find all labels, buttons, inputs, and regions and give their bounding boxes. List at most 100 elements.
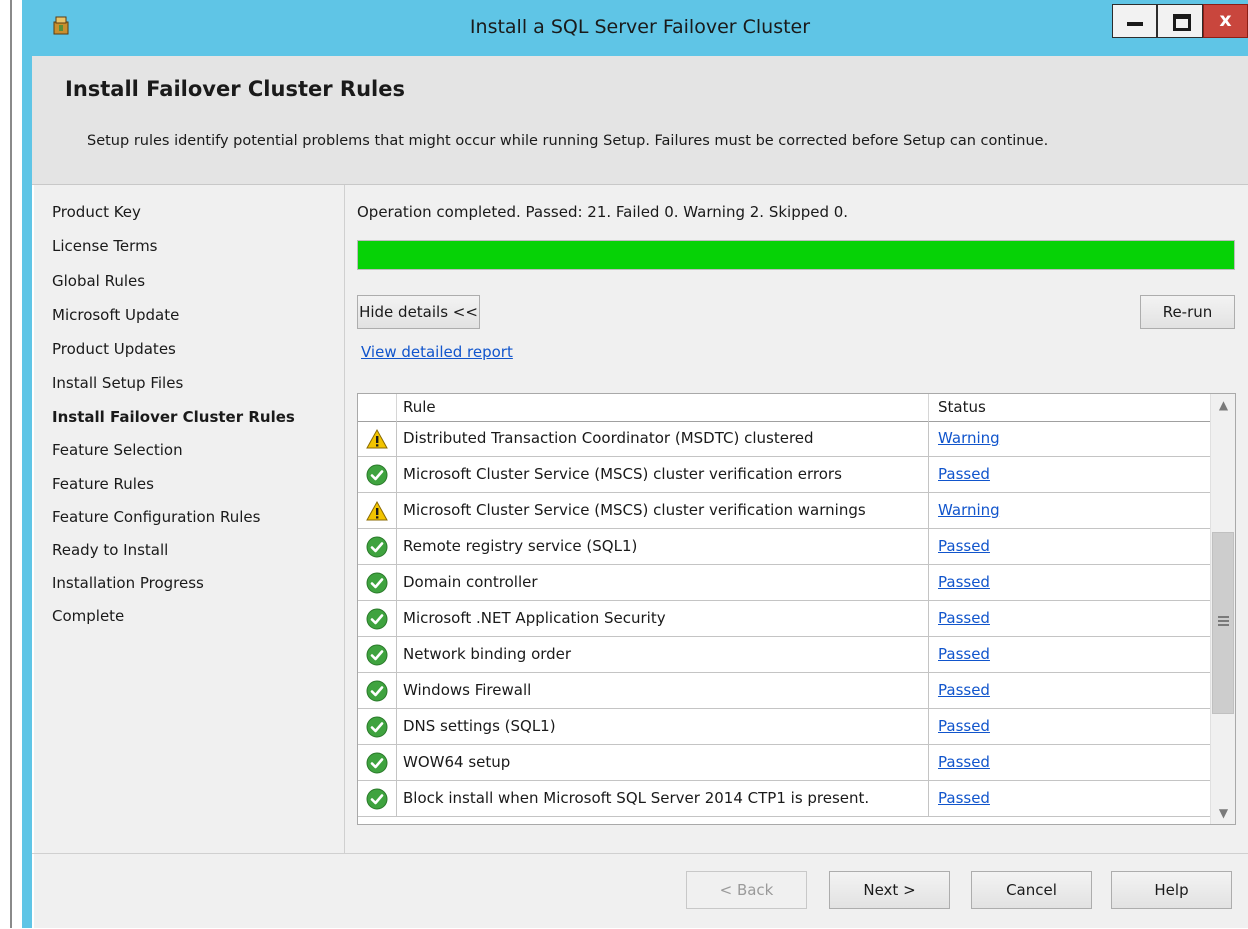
row-icon-cell	[358, 673, 397, 708]
table-row[interactable]: Domain controller Passed	[358, 565, 1210, 601]
nav-item-license-terms[interactable]: License Terms	[52, 237, 158, 255]
column-divider	[928, 601, 929, 636]
rule-status-link[interactable]: Passed	[938, 681, 990, 699]
column-divider	[928, 745, 929, 780]
column-divider	[928, 637, 929, 672]
rule-name: Network binding order	[403, 645, 572, 663]
row-icon-cell	[358, 421, 397, 456]
column-divider	[928, 673, 929, 708]
table-row[interactable]: Microsoft Cluster Service (MSCS) cluster…	[358, 457, 1210, 493]
table-row[interactable]: Distributed Transaction Coordinator (MSD…	[358, 421, 1210, 457]
back-button[interactable]: < Back	[686, 871, 807, 909]
rule-name: Remote registry service (SQL1)	[403, 537, 638, 555]
window-edge	[0, 0, 34, 928]
column-divider	[928, 529, 929, 564]
rule-status-link[interactable]: Passed	[938, 717, 990, 735]
grid-header: Rule Status	[358, 394, 1210, 422]
passed-icon	[366, 788, 388, 810]
rule-status-link[interactable]: Passed	[938, 753, 990, 771]
row-icon-cell	[358, 493, 397, 528]
table-row[interactable]: Remote registry service (SQL1) Passed	[358, 529, 1210, 565]
rule-status-link[interactable]: Passed	[938, 537, 990, 555]
scroll-up-icon[interactable]: ▲	[1211, 394, 1235, 416]
close-icon: x	[1219, 9, 1232, 31]
nav-item-ready-to-install[interactable]: Ready to Install	[52, 541, 168, 559]
rule-name: Distributed Transaction Coordinator (MSD…	[403, 429, 814, 447]
nav-item-complete[interactable]: Complete	[52, 607, 124, 625]
close-button[interactable]: x	[1203, 4, 1248, 38]
nav-item-global-rules[interactable]: Global Rules	[52, 272, 145, 290]
rerun-button[interactable]: Re-run	[1140, 295, 1235, 329]
rule-status-link[interactable]: Passed	[938, 645, 990, 663]
rule-name: Microsoft Cluster Service (MSCS) cluster…	[403, 465, 842, 483]
window-edge-accent	[22, 0, 32, 928]
rule-name: Microsoft .NET Application Security	[403, 609, 666, 627]
column-header-rule[interactable]: Rule	[403, 398, 436, 416]
title-bar[interactable]: Install a SQL Server Failover Cluster x	[32, 0, 1248, 56]
next-button[interactable]: Next >	[829, 871, 950, 909]
nav-item-feature-configuration-rules[interactable]: Feature Configuration Rules	[52, 508, 260, 526]
nav-item-product-key[interactable]: Product Key	[52, 203, 141, 221]
row-icon-cell	[358, 709, 397, 744]
vertical-scrollbar[interactable]: ▲ ▼	[1210, 394, 1235, 824]
grip-line	[1218, 624, 1229, 626]
row-icon-cell	[358, 781, 397, 816]
view-detailed-report-link[interactable]: View detailed report	[361, 343, 513, 361]
minimize-button[interactable]	[1112, 4, 1157, 38]
passed-icon	[366, 608, 388, 630]
grip-line	[1218, 616, 1229, 618]
window-edge-line	[10, 0, 12, 928]
table-row[interactable]: Network binding order Passed	[358, 637, 1210, 673]
nav-item-product-updates[interactable]: Product Updates	[52, 340, 176, 358]
passed-icon	[366, 716, 388, 738]
scrollbar-thumb[interactable]	[1212, 532, 1234, 714]
column-divider	[928, 781, 929, 816]
row-icon-cell	[358, 457, 397, 492]
column-divider	[928, 565, 929, 600]
nav-item-install-setup-files[interactable]: Install Setup Files	[52, 374, 183, 392]
rule-name: Windows Firewall	[403, 681, 532, 699]
nav-item-feature-rules[interactable]: Feature Rules	[52, 475, 154, 493]
passed-icon	[366, 464, 388, 486]
scroll-down-icon[interactable]: ▼	[1211, 802, 1235, 824]
nav-item-installation-progress[interactable]: Installation Progress	[52, 574, 204, 592]
rule-status-link[interactable]: Passed	[938, 573, 990, 591]
maximize-button[interactable]	[1157, 4, 1203, 38]
nav-item-install-failover-cluster-rules[interactable]: Install Failover Cluster Rules	[52, 408, 295, 426]
operation-status: Operation completed. Passed: 21. Failed …	[357, 203, 849, 221]
window-title: Install a SQL Server Failover Cluster	[469, 16, 811, 38]
table-row[interactable]: Microsoft .NET Application Security Passe…	[358, 601, 1210, 637]
row-icon-cell	[358, 529, 397, 564]
table-row[interactable]: DNS settings (SQL1) Passed	[358, 709, 1210, 745]
warning-icon	[366, 428, 388, 449]
rule-name: Block install when Microsoft SQL Server …	[403, 789, 870, 807]
hide-details-button[interactable]: Hide details <<	[357, 295, 480, 329]
table-row[interactable]: Windows Firewall Passed	[358, 673, 1210, 709]
rule-status-link[interactable]: Warning	[938, 501, 1000, 519]
row-icon-cell	[358, 745, 397, 780]
progress-bar-fill	[358, 241, 1234, 269]
page-title: Install Failover Cluster Rules	[65, 77, 405, 101]
rule-status-link[interactable]: Passed	[938, 465, 990, 483]
rule-status-link[interactable]: Warning	[938, 429, 1000, 447]
rule-status-link[interactable]: Passed	[938, 609, 990, 627]
nav-item-microsoft-update[interactable]: Microsoft Update	[52, 306, 179, 324]
table-row[interactable]: Block install when Microsoft SQL Server …	[358, 781, 1210, 817]
row-icon-cell	[358, 601, 397, 636]
row-icon-cell	[358, 637, 397, 672]
page-description: Setup rules identify potential problems …	[87, 133, 1049, 149]
wizard-footer: < Back Next > Cancel Help	[32, 853, 1248, 929]
cancel-button[interactable]: Cancel	[971, 871, 1092, 909]
column-header-status[interactable]: Status	[938, 398, 986, 416]
rules-grid[interactable]: Rule Status Distributed Transaction Coor…	[357, 393, 1236, 825]
rule-name: Microsoft Cluster Service (MSCS) cluster…	[403, 501, 866, 519]
rule-status-link[interactable]: Passed	[938, 789, 990, 807]
main-content: Operation completed. Passed: 21. Failed …	[345, 185, 1248, 853]
passed-icon	[366, 644, 388, 666]
table-row[interactable]: WOW64 setup Passed	[358, 745, 1210, 781]
column-divider	[928, 709, 929, 744]
table-row[interactable]: Microsoft Cluster Service (MSCS) cluster…	[358, 493, 1210, 529]
column-divider	[928, 493, 929, 528]
nav-item-feature-selection[interactable]: Feature Selection	[52, 441, 183, 459]
help-button[interactable]: Help	[1111, 871, 1232, 909]
